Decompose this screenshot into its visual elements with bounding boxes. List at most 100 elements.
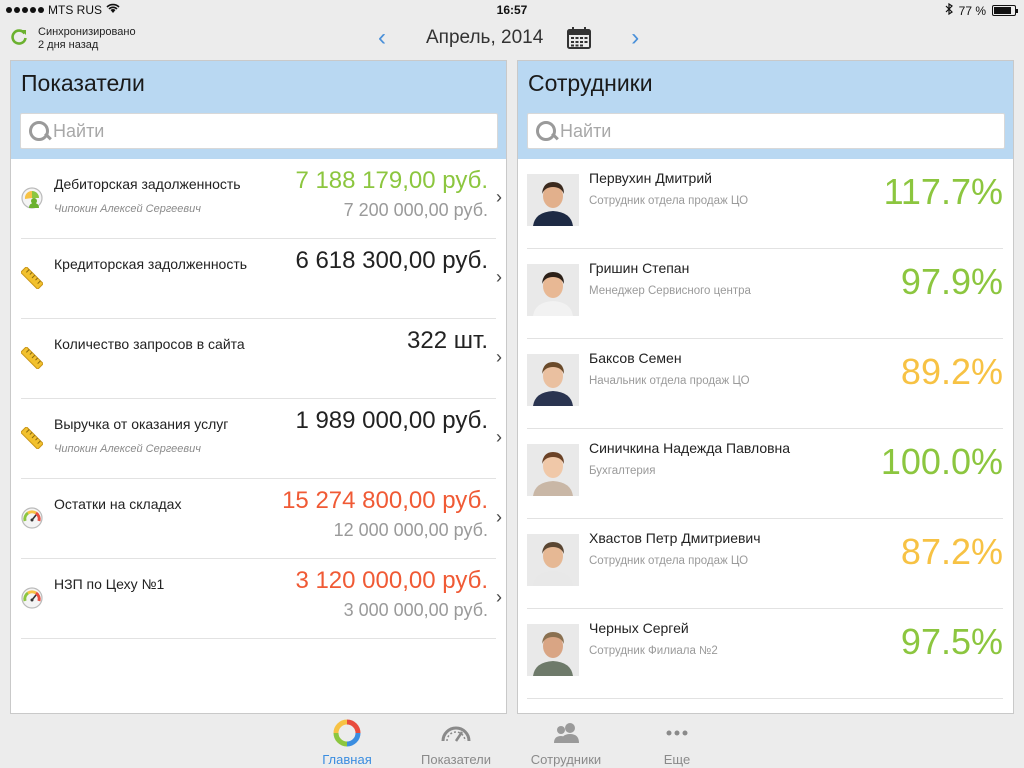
indicator-value: 3 120 000,00 руб. [295, 567, 488, 594]
indicator-row[interactable]: Остатки на складах 15 274 800,00 руб. 12 0… [11, 479, 506, 559]
employees-search[interactable] [527, 113, 1005, 149]
employees-panel: Сотрудники Первухин Дмитрий Сотрудник отд… [517, 60, 1014, 714]
indicator-row[interactable]: НЗП по Цеху №1 3 120 000,00 руб. 3 000 000… [11, 559, 506, 639]
indicators-search[interactable] [20, 113, 498, 149]
employee-kpi-percent: 89.2% [900, 351, 1003, 392]
more-dots-icon [632, 718, 722, 748]
employee-role: Начальник отдела продаж ЦО [589, 375, 750, 387]
employee-role: Сотрудник отдела продаж ЦО [589, 555, 749, 567]
employee-name: Первухин Дмитрий [589, 170, 712, 186]
avatar [527, 354, 579, 406]
indicator-target: 12 000 000,00 руб. [333, 520, 488, 540]
calendar-icon[interactable] [567, 27, 592, 49]
employee-kpi-percent: 97.9% [900, 261, 1003, 302]
ruler-icon [20, 266, 44, 290]
avatar [527, 444, 579, 496]
employee-role: Сотрудник отдела продаж ЦО [589, 195, 749, 207]
battery-icon [992, 5, 1018, 16]
employee-name: Черных Сергей [589, 620, 689, 636]
indicators-header: Показатели [11, 61, 506, 159]
indicators-list: Дебиторская задолженность Чипокин Алексей… [11, 159, 506, 639]
chevron-right-icon: › [496, 187, 502, 207]
refresh-icon[interactable] [10, 28, 28, 50]
indicator-responsible: Чипокин Алексей Сергеевич [54, 443, 201, 455]
tab-indicators-label: Показатели [421, 752, 491, 767]
employee-row[interactable]: Гришин Степан Менеджер Сервисного центра 9… [518, 249, 1013, 339]
employee-row[interactable]: Синичкина Надежда Павловна Бухгалтерия 100… [518, 429, 1013, 519]
sync-line-2: 2 дня назад [38, 39, 99, 51]
tab-indicators[interactable]: Показатели [411, 718, 501, 767]
employee-role: Сотрудник Филиала №2 [589, 645, 718, 657]
employee-row[interactable]: Черных Сергей Сотрудник Филиала №2 97.5% [518, 609, 1013, 699]
indicator-name: Дебиторская задолженность [54, 176, 241, 192]
ruler-icon [20, 426, 44, 450]
search-icon [532, 117, 560, 145]
chevron-right-icon: › [496, 507, 502, 527]
indicator-name: Остатки на складах [54, 496, 182, 512]
person-chart-icon [21, 187, 43, 209]
indicator-value: 6 618 300,00 руб. [295, 247, 488, 274]
employee-role: Менеджер Сервисного центра [589, 285, 751, 297]
chevron-right-icon: › [496, 347, 502, 367]
clock: 16:57 [496, 3, 528, 17]
ruler-icon [20, 346, 44, 370]
sync-line-1: Синхронизировано [38, 26, 136, 38]
avatar [527, 174, 579, 226]
month-navigator: ‹ Апрель, 2014 › [370, 26, 647, 50]
indicator-value: 7 188 179,00 руб. [295, 167, 488, 194]
indicator-value: 322 шт. [407, 327, 488, 354]
chevron-right-icon: › [496, 427, 502, 447]
prev-month-chevron-icon[interactable]: ‹ [370, 26, 394, 50]
indicator-row[interactable]: Дебиторская задолженность Чипокин Алексей… [11, 159, 506, 239]
indicator-name: Выручка от оказания услуг [54, 416, 229, 432]
home-ring-icon [302, 718, 392, 748]
indicator-name: НЗП по Цеху №1 [54, 576, 165, 592]
employee-kpi-percent: 100.0% [880, 441, 1003, 482]
employee-name: Баксов Семен [589, 350, 682, 366]
tab-more[interactable]: Еще [632, 718, 722, 767]
avatar [527, 534, 579, 586]
indicators-panel: Показатели Дебиторская задолженность Чипо… [10, 60, 507, 714]
employee-kpi-percent: 117.7% [883, 171, 1003, 212]
tab-employees[interactable]: Сотрудники [521, 718, 611, 767]
indicator-value: 15 274 800,00 руб. [282, 487, 488, 514]
indicator-target: 7 200 000,00 руб. [343, 200, 488, 220]
top-bar: Синхронизировано 2 дня назад ‹ Апрель, 2… [0, 20, 1024, 60]
sync-status[interactable]: Синхронизировано 2 дня назад [10, 26, 136, 52]
tab-home[interactable]: Главная [302, 718, 392, 767]
tab-more-label: Еще [663, 752, 691, 767]
indicator-target: 3 000 000,00 руб. [343, 600, 488, 620]
employee-row[interactable]: Баксов Семен Начальник отдела продаж ЦО 89… [518, 339, 1013, 429]
indicator-name: Количество запросов в сайта [54, 336, 245, 352]
indicator-name: Кредиторская задолженность [54, 256, 248, 272]
indicators-title: Показатели [21, 70, 145, 96]
employees-list: Первухин Дмитрий Сотрудник отдела продаж … [518, 159, 1013, 699]
battery-info: 77 % [945, 2, 1018, 18]
next-month-chevron-icon[interactable]: › [623, 26, 647, 50]
indicator-row[interactable]: Выручка от оказания услуг Чипокин Алексей… [11, 399, 506, 479]
employees-title: Сотрудники [528, 70, 653, 96]
speedometer-icon [411, 718, 501, 748]
indicator-responsible: Чипокин Алексей Сергеевич [54, 203, 201, 215]
employee-kpi-percent: 87.2% [900, 531, 1003, 572]
indicator-row[interactable]: Кредиторская задолженность 6 618 300,00 р… [11, 239, 506, 319]
employee-name: Гришин Степан [589, 260, 690, 276]
chevron-right-icon: › [496, 267, 502, 287]
people-icon [521, 718, 611, 748]
tab-employees-label: Сотрудники [530, 752, 602, 767]
search-icon [25, 117, 53, 145]
indicator-value: 1 989 000,00 руб. [295, 407, 488, 434]
employee-name: Хвастов Петр Дмитриевич [589, 530, 761, 546]
employee-role: Бухгалтерия [589, 465, 656, 477]
indicators-search-input[interactable] [53, 120, 483, 142]
chevron-right-icon: › [496, 587, 502, 607]
tab-home-label: Главная [322, 752, 372, 767]
employee-row[interactable]: Хвастов Петр Дмитриевич Сотрудник отдела … [518, 519, 1013, 609]
tab-bar: Главная Показатели Сотрудники Еще [0, 716, 1024, 768]
bluetooth-icon [945, 2, 953, 18]
employee-kpi-percent: 97.5% [900, 621, 1003, 662]
avatar [527, 624, 579, 676]
employees-search-input[interactable] [560, 120, 990, 142]
indicator-row[interactable]: Количество запросов в сайта 322 шт. › [11, 319, 506, 399]
employee-row[interactable]: Первухин Дмитрий Сотрудник отдела продаж … [518, 159, 1013, 249]
